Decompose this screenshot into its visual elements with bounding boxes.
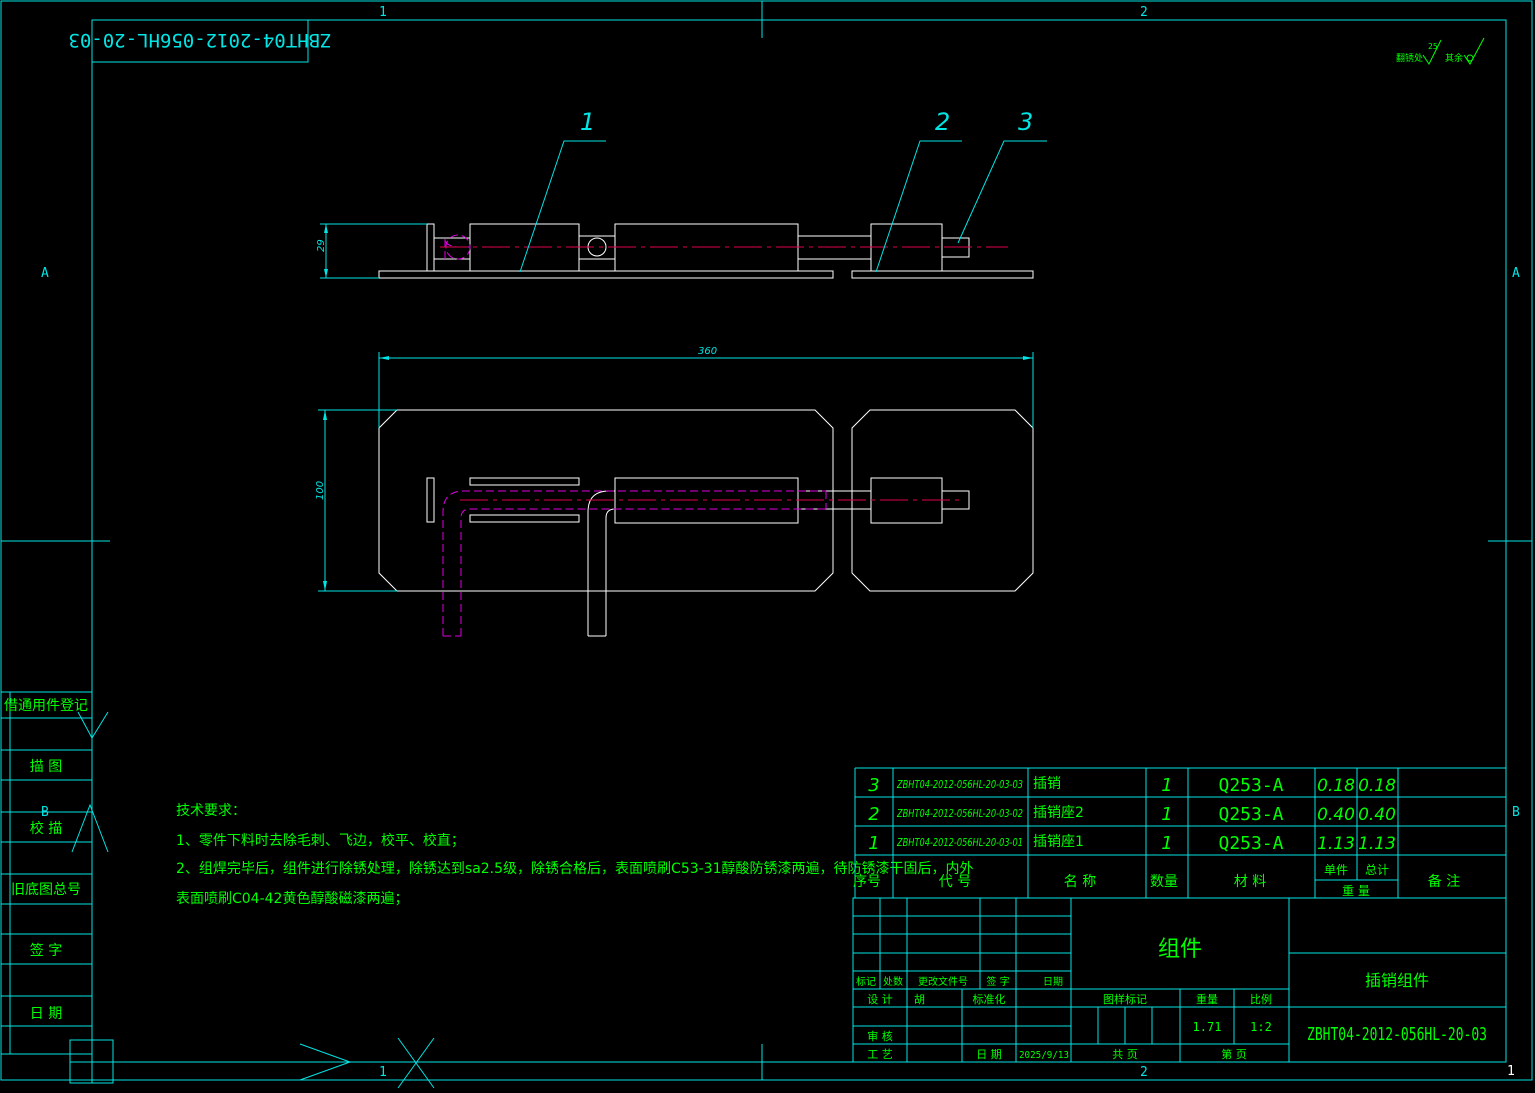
zone-labels: 1 2 1 2 A A B B 1	[41, 5, 1520, 1080]
label-scale: 比例	[1250, 992, 1272, 1006]
label-standardize: 标准化	[973, 992, 1006, 1006]
label-mark: 标记	[856, 976, 876, 988]
zone-row-b-right: B	[1512, 805, 1520, 820]
top-view	[378, 409, 1034, 637]
leaders	[519, 140, 1047, 273]
strip-old-base-no: 旧底图总号	[11, 882, 81, 898]
bom-qty: 1	[1161, 775, 1172, 796]
bom-header-qty: 数量	[1150, 874, 1178, 890]
balloon-numbers: 1 2 3	[580, 108, 1033, 136]
bom-header-weight: 重 量	[1342, 884, 1370, 898]
top-view-hidden	[442, 490, 827, 637]
bom-header-code: 代 号	[939, 874, 971, 890]
label-change-doc: 更改文件号	[918, 975, 968, 988]
front-view	[378, 223, 1034, 279]
bom-code: ZBHT04-2012-056HL-20-03-01	[896, 836, 1023, 849]
bom-header-total: 总计	[1365, 863, 1389, 877]
strip-signature: 签 字	[30, 942, 62, 959]
bom-material: Q253-A	[1218, 775, 1283, 796]
bom-total-weight: 0.18	[1358, 776, 1396, 796]
bom-header-remark: 备 注	[1428, 873, 1460, 890]
bom-total-weight: 1.13	[1358, 834, 1396, 854]
bom-no: 3	[868, 775, 879, 796]
roughness-symbol: 翻锈处 25 其余	[1396, 37, 1485, 65]
zone-row-a-left: A	[41, 266, 49, 281]
bom-unit-weight: 0.18	[1317, 776, 1355, 796]
bom-header-unit: 单件	[1324, 863, 1348, 877]
bom-qty: 1	[1161, 804, 1172, 825]
label-places: 处数	[883, 975, 903, 988]
label-stage-mark: 图样标记	[1103, 992, 1147, 1006]
notes-line-3: 表面喷刷C04-42黄色醇酸磁漆两遍；	[176, 890, 408, 907]
balloon-3: 3	[1018, 108, 1033, 136]
bom-header-name: 名 称	[1064, 874, 1096, 890]
dim-height-large: 100	[315, 481, 326, 500]
notes-title: 技术要求：	[176, 803, 246, 819]
value-designer: 胡	[914, 992, 925, 1006]
zone-row-a-right: A	[1512, 266, 1520, 281]
bom-qty: 1	[1161, 833, 1172, 854]
sheet-corner-number: 1	[1507, 1064, 1515, 1079]
bom-no: 1	[868, 833, 879, 854]
label-sign: 签 字	[986, 975, 1009, 988]
technical-notes: 技术要求： 1、零件下料时去除毛刺、飞边，校平、校直； 2、组焊完毕后，组件进行…	[176, 803, 974, 907]
bom-code: ZBHT04-2012-056HL-20-03-02	[896, 807, 1023, 820]
cad-drawing: 1 2 1 2 A A B B 1 ZBHT04-2012-056HL-20-0…	[0, 0, 1533, 1089]
bom-code: ZBHT04-2012-056HL-20-03-03	[896, 778, 1023, 791]
bom-name: 插销座2	[1033, 805, 1084, 821]
balloon-1: 1	[580, 108, 595, 136]
label-process: 工 艺	[867, 1048, 893, 1061]
left-strip-labels: 借通用件登记 描 图 校 描 旧底图总号 签 字 日 期	[4, 698, 88, 1022]
value-weight: 1.71	[1193, 1020, 1222, 1034]
strip-date: 日 期	[30, 1006, 62, 1022]
bom-header-no: 序号	[853, 874, 881, 890]
sheet-frame	[0, 0, 1533, 1089]
bom-total-weight: 0.40	[1358, 805, 1396, 825]
label-date: 日期	[1043, 976, 1063, 988]
strip-borrow-register: 借通用件登记	[4, 698, 88, 714]
label-weight: 重量	[1196, 992, 1218, 1006]
bom-header-material: 材 料	[1234, 874, 1266, 890]
roughness-value: 25	[1428, 42, 1438, 51]
label-sheet-no: 第 页	[1221, 1047, 1247, 1061]
dimensions	[318, 223, 1034, 592]
bom-name: 插销	[1033, 776, 1061, 792]
bom-material: Q253-A	[1218, 833, 1283, 854]
bom-row: 1 ZBHT04-2012-056HL-20-03-01 插销座1 1 Q253…	[868, 833, 1396, 854]
roughness-label-1: 翻锈处	[1396, 52, 1423, 64]
zone-col-2-top: 2	[1140, 5, 1148, 20]
zone-col-1-bottom: 1	[379, 1065, 387, 1080]
notes-line-1: 1、零件下料时去除毛刺、飞边，校平、校直；	[176, 832, 465, 849]
zone-col-2-bottom: 2	[1140, 1065, 1148, 1080]
title-block-texts: 组件 插销组件 ZBHT04-2012-056HL-20-03 标记 处数 更改…	[856, 937, 1487, 1061]
label-total-sheets: 共 页	[1112, 1048, 1138, 1061]
dim-length: 360	[698, 346, 717, 357]
strip-check-trace: 校 描	[30, 820, 62, 837]
label-review: 审 核	[867, 1029, 893, 1043]
title-part-name: 插销组件	[1365, 971, 1429, 990]
roughness-label-2: 其余	[1445, 52, 1463, 64]
balloon-2: 2	[935, 108, 950, 136]
zone-row-b-left: B	[41, 805, 49, 820]
bom-unit-weight: 0.40	[1317, 805, 1355, 825]
bom-no: 2	[868, 804, 879, 825]
dim-height-small: 29	[316, 239, 327, 252]
bom-row: 3 ZBHT04-2012-056HL-20-03-03 插销 1 Q253-A…	[868, 775, 1396, 796]
label-date-2: 日 期	[976, 1048, 1002, 1061]
value-date: 2025/9/13	[1019, 1050, 1069, 1061]
mirrored-drawing-code: ZBHT04-2012-056HL-20-03	[68, 29, 331, 51]
bom-rows: 3 ZBHT04-2012-056HL-20-03-03 插销 1 Q253-A…	[868, 775, 1396, 854]
label-design: 设 计	[867, 993, 893, 1006]
bom-material: Q253-A	[1218, 804, 1283, 825]
title-drawing-code: ZBHT04-2012-056HL-20-03	[1307, 1024, 1487, 1045]
bom-name: 插销座1	[1033, 834, 1084, 850]
zone-col-1-top: 1	[379, 5, 387, 20]
bom-row: 2 ZBHT04-2012-056HL-20-03-02 插销座2 1 Q253…	[868, 804, 1396, 825]
strip-trace: 描 图	[30, 759, 62, 775]
title-type-label: 组件	[1158, 937, 1202, 962]
value-scale: 1:2	[1250, 1020, 1272, 1034]
bom-unit-weight: 1.13	[1317, 834, 1355, 854]
